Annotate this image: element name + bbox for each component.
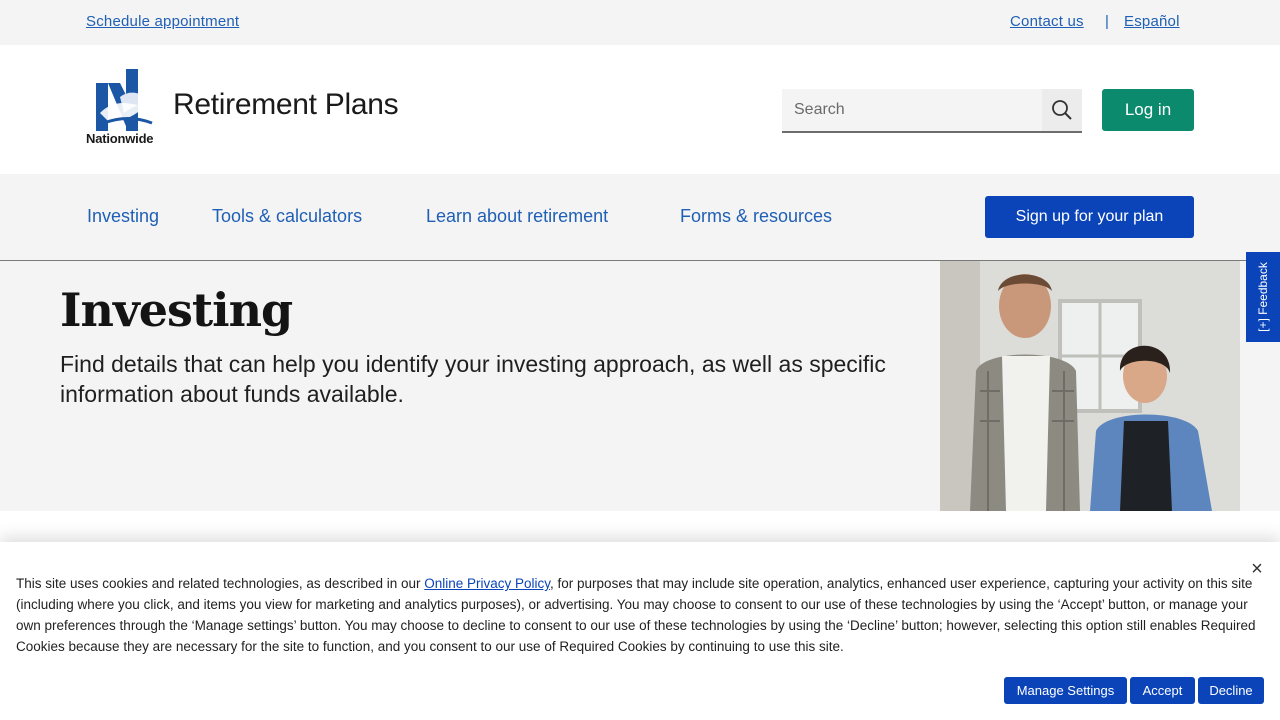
accept-button[interactable]: Accept	[1130, 677, 1195, 704]
couple-photo-icon	[940, 261, 1240, 511]
search-icon	[1052, 100, 1072, 120]
hero-section: Investing Find details that can help you…	[0, 261, 1280, 511]
hero-photo	[940, 261, 1240, 511]
page-title: Investing	[60, 283, 293, 337]
nav-item-forms-resources[interactable]: Forms & resources	[680, 206, 832, 227]
cookie-banner: × This site uses cookies and related tec…	[0, 542, 1280, 720]
log-in-button[interactable]: Log in	[1102, 89, 1194, 131]
manage-settings-button[interactable]: Manage Settings	[1004, 677, 1127, 704]
nav-item-investing[interactable]: Investing	[87, 206, 159, 227]
search-input[interactable]	[782, 89, 1042, 131]
feedback-tab[interactable]: [+] Feedback	[1246, 252, 1280, 342]
sign-up-button[interactable]: Sign up for your plan	[985, 196, 1194, 238]
utility-separator: |	[1105, 13, 1109, 30]
nav-item-learn-about-retirement[interactable]: Learn about retirement	[426, 206, 608, 227]
hero-description: Find details that can help you identify …	[60, 351, 886, 407]
decline-button[interactable]: Decline	[1198, 677, 1264, 704]
site-header: Nationwide Retirement Plans Log in	[0, 45, 1280, 174]
espanol-link[interactable]: Español	[1124, 13, 1180, 30]
nav-item-tools-calculators[interactable]: Tools & calculators	[212, 206, 362, 227]
search-button[interactable]	[1042, 89, 1082, 131]
contact-us-link[interactable]: Contact us	[1010, 13, 1084, 30]
search-box	[782, 89, 1082, 133]
site-title: Retirement Plans	[173, 88, 399, 121]
feedback-label: [+] Feedback	[1256, 262, 1270, 332]
cookie-notice-text: This site uses cookies and related techn…	[16, 573, 1266, 657]
privacy-policy-link[interactable]: Online Privacy Policy	[424, 576, 550, 591]
logo-wordmark: Nationwide	[86, 131, 154, 146]
utility-bar: Schedule appointment Contact us | Españo…	[0, 0, 1280, 45]
cookie-text-start: This site uses cookies and related techn…	[16, 576, 425, 591]
main-nav: Investing Tools & calculators Learn abou…	[0, 174, 1280, 261]
schedule-appointment-link[interactable]: Schedule appointment	[86, 13, 239, 30]
